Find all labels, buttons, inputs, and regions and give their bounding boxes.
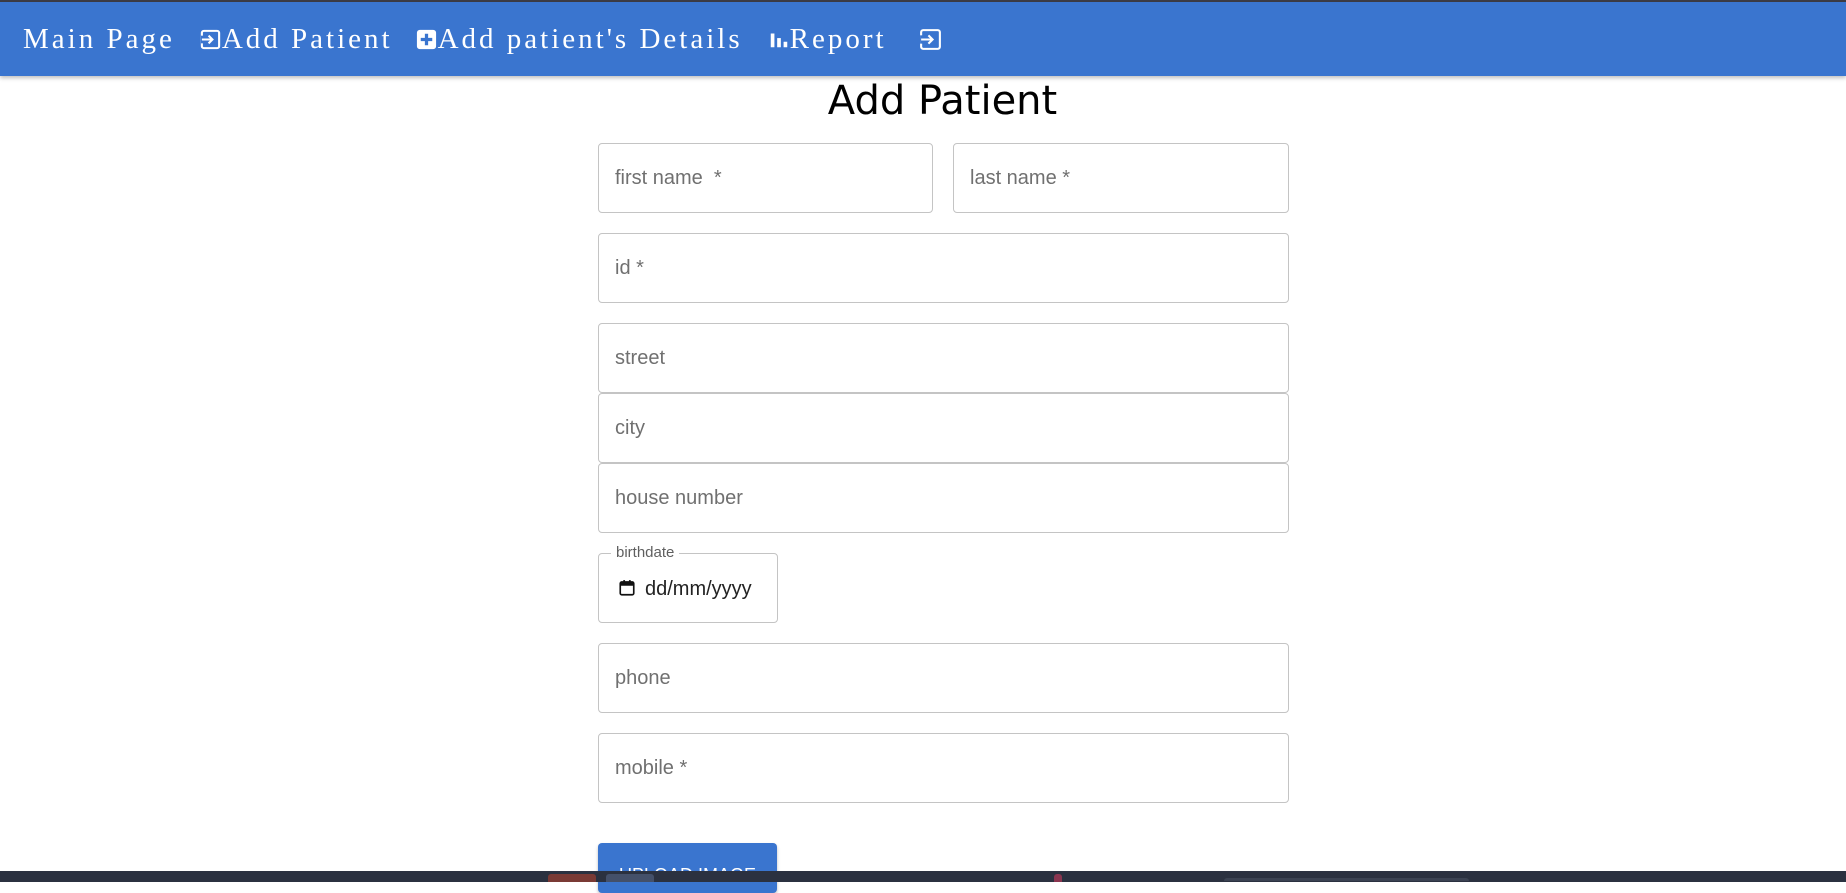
city-input[interactable]: [599, 394, 1288, 462]
mobile-input[interactable]: [599, 734, 1288, 802]
phone-field[interactable]: [598, 643, 1289, 713]
first-name-field[interactable]: [598, 143, 933, 213]
upload-image-button[interactable]: UPLOAD IMAGE: [598, 843, 777, 893]
taskbar-app-icon[interactable]: [548, 874, 596, 882]
house-number-field[interactable]: [598, 463, 1289, 533]
calendar-icon[interactable]: [618, 579, 636, 602]
last-name-input[interactable]: [954, 144, 1288, 212]
taskbar-app-icon[interactable]: [1054, 874, 1062, 882]
mobile-field[interactable]: [598, 733, 1289, 803]
birthdate-field[interactable]: birthdate dd/mm/yyyy: [598, 544, 778, 623]
app-bar: Main Page Add Patient Add patient's Deta…: [0, 2, 1846, 76]
first-name-input[interactable]: [599, 144, 932, 212]
nav-add-patient-details-label: Add patient's Details: [437, 22, 743, 55]
page-title: Add Patient: [827, 78, 1058, 124]
nav-report-label: Report: [789, 22, 887, 55]
nav-report[interactable]: Report: [768, 23, 887, 56]
nav-add-patient-details[interactable]: Add patient's Details: [415, 23, 743, 56]
nav-main-page[interactable]: Main Page: [23, 23, 175, 56]
logout-arrow-icon: [918, 27, 943, 52]
nav-add-patient-label: Add Patient: [221, 22, 393, 55]
bar-chart-icon: [768, 28, 790, 50]
street-field[interactable]: [598, 323, 1289, 393]
nav-add-patient[interactable]: Add Patient: [199, 23, 393, 56]
phone-input[interactable]: [599, 644, 1288, 712]
taskbar: [0, 871, 1846, 882]
taskbar-app-icon[interactable]: [606, 874, 654, 882]
house-number-input[interactable]: [599, 464, 1288, 532]
plus-box-icon: [415, 28, 438, 51]
nav-main-page-label: Main Page: [23, 22, 175, 55]
street-input[interactable]: [599, 324, 1288, 392]
last-name-field[interactable]: [953, 143, 1289, 213]
city-field[interactable]: [598, 393, 1289, 463]
id-input[interactable]: [599, 234, 1288, 302]
logout-button[interactable]: [918, 27, 943, 52]
taskbar-app-icon[interactable]: [1224, 878, 1469, 881]
birthdate-label: birthdate: [611, 544, 680, 562]
id-field[interactable]: [598, 233, 1289, 303]
login-arrow-icon: [199, 28, 222, 51]
birthdate-value[interactable]: dd/mm/yyyy: [645, 578, 752, 601]
